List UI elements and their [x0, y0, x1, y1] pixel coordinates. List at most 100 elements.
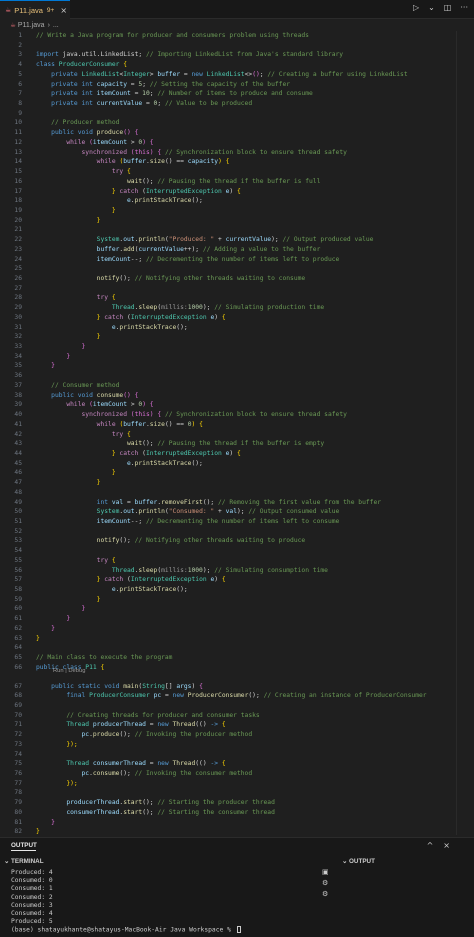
code-line[interactable]: 24 itemCount--; // Decrementing the numb… — [0, 255, 474, 265]
code-line[interactable]: 14 while (buffer.size() == capacity) { — [0, 157, 474, 167]
code-line[interactable]: 47 } — [0, 478, 474, 488]
code-line[interactable]: 8 private int currentValue = 0; // Value… — [0, 99, 474, 109]
close-panel-icon[interactable]: × — [443, 841, 450, 850]
code-line[interactable]: 28 try { — [0, 293, 474, 303]
code-line[interactable]: 67 public static void main(String[] args… — [0, 682, 474, 692]
close-icon[interactable]: × — [60, 6, 67, 15]
code-line[interactable]: 38 public void consume() { — [0, 391, 474, 401]
code-line[interactable]: 68 final ProducerConsumer pc = new Produ… — [0, 691, 474, 701]
code-line[interactable]: 31 e.printStackTrace(); — [0, 323, 474, 333]
code-line[interactable]: 54 — [0, 546, 474, 556]
gear-icon[interactable]: ⚙ — [322, 890, 329, 898]
code-line[interactable]: 30 } catch (InterruptedException e) { — [0, 313, 474, 323]
maximize-panel-icon[interactable]: ^ — [427, 841, 434, 850]
gear-icon[interactable]: ⚙ — [322, 879, 329, 887]
code-line[interactable]: 49 int val = buffer.removeFirst(); // Re… — [0, 498, 474, 508]
code-line[interactable]: 45 e.printStackTrace(); — [0, 459, 474, 469]
code-line[interactable]: 62 } — [0, 624, 474, 634]
code-line[interactable]: 41 while (buffer.size() == 0) { — [0, 420, 474, 430]
code-line[interactable]: 42 try { — [0, 430, 474, 440]
code-line[interactable]: 17 } catch (InterruptedException e) { — [0, 187, 474, 197]
code-line[interactable]: 1 // Write a Java program for producer an… — [0, 31, 474, 41]
code-line[interactable]: 77 }); — [0, 779, 474, 789]
code-line[interactable]: 71 Thread producerThread = new Thread(()… — [0, 720, 474, 730]
code-line[interactable]: 55 try { — [0, 556, 474, 566]
code-line[interactable]: 20 } — [0, 216, 474, 226]
terminal-section-header[interactable]: ⌄ TERMINAL — [4, 858, 44, 865]
output-section-header[interactable]: ⌄ OUTPUT — [342, 858, 375, 865]
code-line[interactable]: 29 Thread.sleep(millis:1000); // Simulat… — [0, 303, 474, 313]
code-line[interactable]: 63} — [0, 634, 474, 644]
code-line[interactable]: 72 pc.produce(); // Invoking the produce… — [0, 730, 474, 740]
code-line[interactable]: 11 public void produce() { — [0, 128, 474, 138]
code-line[interactable]: 74 — [0, 750, 474, 760]
code-line[interactable]: 2 — [0, 41, 474, 51]
terminal-icon[interactable]: ▣ — [322, 868, 329, 876]
code-line[interactable]: 32 } — [0, 332, 474, 342]
code-line[interactable]: 33 } — [0, 342, 474, 352]
code-line[interactable]: 59 } — [0, 595, 474, 605]
code-line[interactable]: 43 wait(); // Pausing the thread if the … — [0, 439, 474, 449]
code-line[interactable]: 53 notify(); // Notifying other threads … — [0, 536, 474, 546]
chevron-down-icon[interactable]: ⌄ — [428, 3, 435, 12]
code-line[interactable]: 75 Thread consumerThread = new Thread(()… — [0, 759, 474, 769]
code-line[interactable]: 37 // Consumer method — [0, 381, 474, 391]
code-line[interactable]: 52 — [0, 527, 474, 537]
code-line[interactable]: 21 — [0, 225, 474, 235]
code-line[interactable]: 5 private LinkedList<Integer> buffer = n… — [0, 70, 474, 80]
code-line[interactable]: 18 e.printStackTrace(); — [0, 196, 474, 206]
code-line[interactable]: 51 itemCount--; // Decrementing the numb… — [0, 517, 474, 527]
code-line[interactable]: 4 class ProducerConsumer { — [0, 60, 474, 70]
code-line[interactable]: 12 while (itemCount > 0) { — [0, 138, 474, 148]
code-line[interactable]: 19 } — [0, 206, 474, 216]
code-line[interactable]: 57 } catch (InterruptedException e) { — [0, 575, 474, 585]
code-line[interactable]: 70 // Creating threads for producer and … — [0, 711, 474, 721]
code-line[interactable]: 73 }); — [0, 740, 474, 750]
code-line[interactable]: 36 — [0, 371, 474, 381]
code-line[interactable]: 82} — [0, 827, 474, 835]
breadcrumb-file[interactable]: P11.java — [18, 22, 45, 29]
code-line[interactable]: 6 private int capacity = 5; // Setting t… — [0, 80, 474, 90]
code-line[interactable]: 34 } — [0, 352, 474, 362]
code-line[interactable]: 9 — [0, 109, 474, 119]
code-line[interactable]: 81 } — [0, 818, 474, 828]
code-line[interactable]: 69 — [0, 701, 474, 711]
code-line[interactable]: 3 import java.util.LinkedList; // Importi… — [0, 50, 474, 60]
breadcrumb-symbol[interactable]: ... — [53, 22, 59, 29]
tab-p11-java[interactable]: ☕ P11.java 9+ × — [0, 0, 70, 19]
terminal-output[interactable]: Produced: 4 Consumed: 0 Consumed: 1 Consume… — [11, 869, 241, 935]
code-line[interactable]: 10 // Producer method — [0, 118, 474, 128]
code-line[interactable]: 79 producerThread.start(); // Starting t… — [0, 798, 474, 808]
code-line[interactable]: 60 } — [0, 604, 474, 614]
codelens-run-debug[interactable]: Run | Debug — [53, 668, 85, 674]
code-line[interactable]: 35 } — [0, 361, 474, 371]
code-line[interactable]: 50 System.out.println("Consumed: " + val… — [0, 507, 474, 517]
code-line[interactable]: 40 synchronized (this) { // Synchronizat… — [0, 410, 474, 420]
code-line[interactable]: 39 while (itemCount > 0) { — [0, 400, 474, 410]
code-line[interactable]: 65 // Main class to execute the program — [0, 653, 474, 663]
code-line[interactable]: 56 Thread.sleep(millis:1000); // Simulat… — [0, 566, 474, 576]
code-line[interactable]: 16 wait(); // Pausing the thread if the … — [0, 177, 474, 187]
more-icon[interactable]: ··· — [460, 3, 468, 12]
tab-output[interactable]: OUTPUT — [11, 842, 37, 849]
code-line[interactable]: 13 synchronized (this) { // Synchronizat… — [0, 148, 474, 158]
code-line[interactable]: 80 consumerThread.start(); // Starting t… — [0, 808, 474, 818]
code-editor[interactable]: 1 // Write a Java program for producer an… — [0, 31, 474, 835]
code-line[interactable]: 76 pc.consume(); // Invoking the consume… — [0, 769, 474, 779]
split-editor-icon[interactable]: ◫ — [444, 3, 452, 12]
code-line[interactable]: 26 notify(); // Notifying other threads … — [0, 274, 474, 284]
code-line[interactable]: 44 } catch (InterruptedException e) { — [0, 449, 474, 459]
run-icon[interactable]: ▷ — [413, 3, 419, 12]
code-line[interactable]: 78 — [0, 788, 474, 798]
code-line[interactable]: 27 — [0, 284, 474, 294]
code-line[interactable]: 23 buffer.add(currentValue++); // Adding… — [0, 245, 474, 255]
code-line[interactable]: 48 — [0, 488, 474, 498]
minimap[interactable] — [456, 31, 466, 835]
code-line[interactable]: 22 System.out.println("Produced: " + cur… — [0, 235, 474, 245]
code-line[interactable]: 64 — [0, 643, 474, 653]
code-line[interactable]: 46 } — [0, 468, 474, 478]
code-line[interactable]: 25 — [0, 264, 474, 274]
code-line[interactable]: 7 private int itemCount = 10; // Number … — [0, 89, 474, 99]
code-line[interactable]: 58 e.printStackTrace(); — [0, 585, 474, 595]
code-line[interactable]: 61 } — [0, 614, 474, 624]
